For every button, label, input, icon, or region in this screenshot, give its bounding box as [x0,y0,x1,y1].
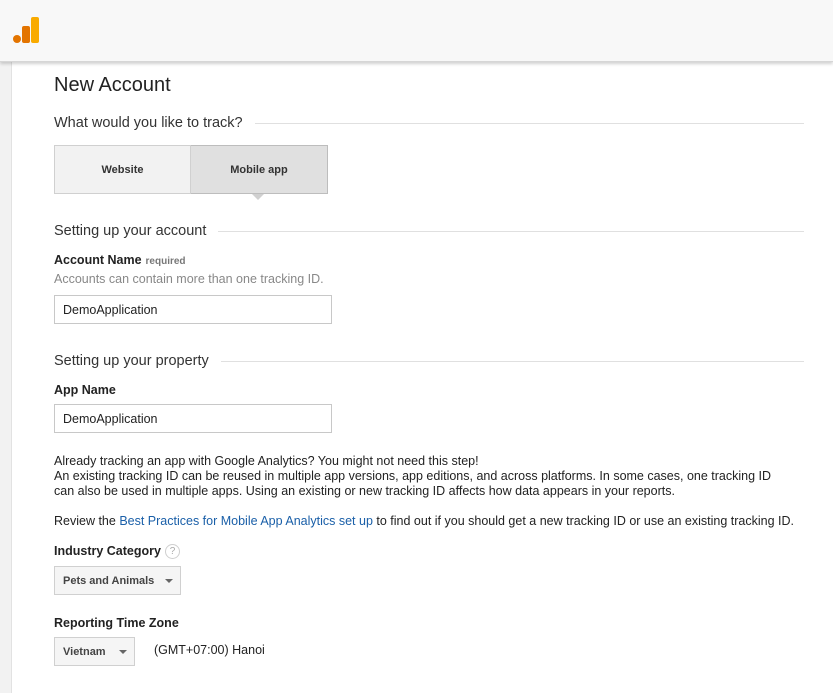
chevron-down-icon [165,579,173,583]
review-text: Review the Best Practices for Mobile App… [54,514,794,529]
info-text: Already tracking an app with Google Anal… [54,454,794,499]
track-type-toggle: Website Mobile app [54,145,329,194]
account-heading: Setting up your account [54,223,207,239]
account-name-input[interactable] [54,295,332,324]
top-bar [0,0,833,62]
divider [220,360,804,362]
property-section-header: Setting up your property [54,353,804,369]
divider [254,122,804,124]
account-name-hint: Accounts can contain more than one track… [54,272,324,286]
analytics-logo-icon[interactable] [13,17,39,43]
track-section-header: What would you like to track? [54,115,804,131]
app-name-input[interactable] [54,404,332,433]
industry-category-value: Pets and Animals [63,574,155,587]
website-option-button[interactable]: Website [54,145,191,194]
time-zone-country-select[interactable]: Vietnam [54,637,135,666]
app-name-label: App Name [54,383,116,397]
chevron-down-icon [119,650,127,654]
time-zone-label: Reporting Time Zone [54,616,179,630]
required-tag: required [145,256,186,267]
divider [218,230,804,232]
review-prefix: Review the [54,514,120,528]
account-section-header: Setting up your account [54,223,804,239]
track-heading: What would you like to track? [54,115,243,131]
left-rail [0,62,12,693]
time-zone-country-value: Vietnam [63,645,106,658]
industry-category-label: Industry Category? [54,544,180,560]
info-line-2: An existing tracking ID can be reused in… [54,469,772,498]
info-line-1: Already tracking an app with Google Anal… [54,454,479,468]
industry-category-select[interactable]: Pets and Animals [54,566,181,595]
time-zone-value: (GMT+07:00) Hanoi [154,643,265,657]
help-icon[interactable]: ? [164,544,180,560]
selection-pointer-icon [252,194,264,200]
best-practices-link[interactable]: Best Practices for Mobile App Analytics … [119,514,373,528]
property-heading: Setting up your property [54,353,209,369]
review-suffix: to find out if you should get a new trac… [372,514,794,528]
account-name-label-text: Account Name [54,253,142,267]
mobile-app-option-button[interactable]: Mobile app [191,145,328,194]
account-name-label: Account Name required [54,253,186,267]
page-title: New Account [54,74,171,96]
industry-category-label-text: Industry Category [54,544,161,558]
